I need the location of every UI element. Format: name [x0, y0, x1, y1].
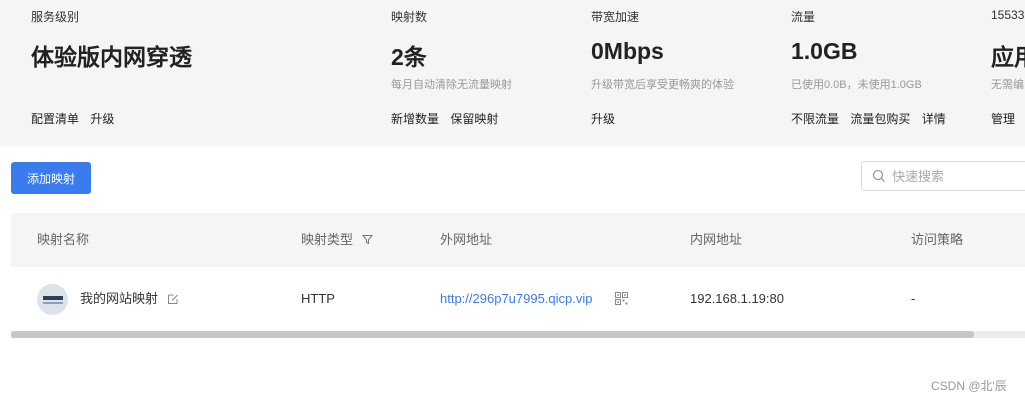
stat-application: 15533 应用 无需编 管理: [991, 0, 1025, 146]
config-list-link[interactable]: 配置清单: [31, 112, 79, 126]
stat-links: 新增数量 保留映射: [391, 110, 506, 127]
horizontal-scrollbar-thumb[interactable]: [11, 331, 974, 338]
upgrade-link[interactable]: 升级: [90, 112, 114, 126]
stat-value: 0Mbps: [591, 38, 664, 64]
stat-label: 映射数: [391, 10, 428, 24]
stat-label: 服务级别: [31, 10, 80, 24]
col-access-policy: 访问策略: [911, 232, 964, 247]
search-icon: [872, 169, 885, 182]
mapping-name: 我的网站映射: [80, 291, 159, 306]
qrcode-icon[interactable]: [615, 292, 628, 305]
stat-value: 1.0GB: [791, 38, 858, 64]
bandwidth-upgrade-link[interactable]: 升级: [591, 112, 615, 126]
stat-label: 15533: [991, 8, 1025, 22]
stat-links: 升级: [591, 110, 623, 127]
manage-link[interactable]: 管理: [991, 112, 1015, 126]
stat-sub: 每月自动清除无流量映射: [391, 79, 512, 91]
mapping-avatar: [37, 284, 68, 315]
watermark-text: CSDN @北'辰: [931, 379, 1007, 393]
stat-sub: 无需编: [991, 79, 1024, 91]
add-mapping-button[interactable]: 添加映射: [11, 162, 91, 194]
col-internal-address: 内网地址: [690, 232, 743, 247]
col-mapping-name: 映射名称: [37, 232, 90, 247]
col-external-address: 外网地址: [440, 232, 493, 247]
add-quantity-link[interactable]: 新增数量: [391, 112, 439, 126]
access-policy: -: [911, 291, 916, 306]
stat-value: 2条: [391, 44, 427, 70]
table-row[interactable]: 我的网站映射 HTTP http://296p7u7995.qicp.vip 1…: [11, 267, 1025, 331]
stat-links: 配置清单 升级: [31, 110, 122, 127]
unlimited-traffic-link[interactable]: 不限流量: [791, 112, 839, 126]
stat-links: 不限流量 流量包购买 详情: [791, 110, 954, 127]
col-mapping-type-label: 映射类型: [301, 232, 354, 247]
filter-icon[interactable]: [361, 234, 373, 245]
internal-address: 192.168.1.19:80: [690, 291, 784, 306]
stat-sub: 已使用0.0B，未使用1.0GB: [791, 79, 922, 91]
stat-links: 管理: [991, 110, 1023, 127]
edit-icon[interactable]: [167, 293, 179, 305]
col-mapping-type[interactable]: 映射类型: [301, 213, 373, 267]
traffic-details-link[interactable]: 详情: [922, 112, 946, 126]
stat-label: 带宽加速: [591, 10, 640, 24]
stat-value: 应用: [991, 44, 1025, 70]
search-box[interactable]: [861, 161, 1025, 191]
search-input[interactable]: [892, 168, 1012, 184]
stat-label: 流量: [791, 10, 816, 24]
keep-mapping-link[interactable]: 保留映射: [450, 112, 498, 126]
table-header: 映射名称 映射类型 外网地址 内网地址 访问策略: [11, 213, 1025, 267]
mapping-type: HTTP: [301, 291, 335, 306]
stats-panel: 服务级别 体验版内网穿透 配置清单 升级 映射数 2条 每月自动清除无流量映射 …: [0, 0, 1025, 146]
traffic-package-link[interactable]: 流量包购买: [850, 112, 910, 126]
stat-value: 体验版内网穿透: [31, 44, 192, 70]
stat-sub: 升级带宽后享受更畅爽的体验: [591, 79, 734, 91]
external-address-link[interactable]: http://296p7u7995.qicp.vip: [440, 267, 593, 331]
